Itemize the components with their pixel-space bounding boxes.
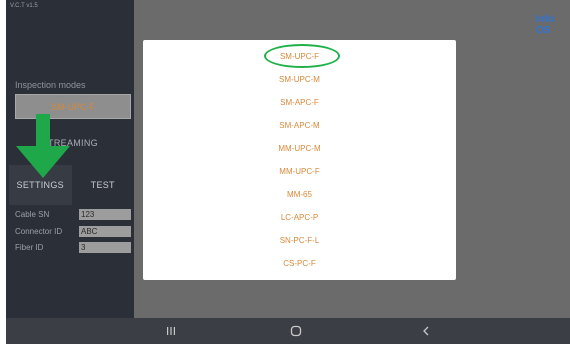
option-sm-apc-f[interactable]: SM-APC-F	[143, 94, 456, 110]
info-os-link[interactable]: Info OS	[536, 14, 570, 36]
system-navbar	[6, 318, 570, 344]
down-arrow-icon	[16, 114, 70, 178]
option-mm-upc-f[interactable]: MM-UPC-F	[143, 163, 456, 179]
option-mm-upc-m[interactable]: MM-UPC-M	[143, 140, 456, 156]
cable-sn-row: Cable SN 123	[15, 209, 135, 220]
device-screen: V.C.T v1.5 Inspection modes SM-UPC-F TRE…	[6, 0, 570, 344]
fiber-id-label: Fiber ID	[15, 243, 44, 252]
option-lc-apc-p[interactable]: LC-APC-P	[143, 209, 456, 225]
cable-sn-input[interactable]: 123	[79, 209, 131, 220]
app-version: V.C.T v1.5	[10, 3, 38, 9]
cable-sn-label: Cable SN	[15, 210, 50, 219]
option-sm-upc-m[interactable]: SM-UPC-M	[143, 71, 456, 87]
tab-test[interactable]: TEST	[72, 165, 135, 205]
inspection-mode-dialog: SM-UPC-F SM-UPC-M SM-APC-F SM-APC-M MM-U…	[143, 40, 456, 280]
connector-id-input[interactable]: ABC	[79, 226, 131, 237]
option-sn-pc-f-l[interactable]: SN-PC-F-L	[143, 232, 456, 248]
fiber-id-row: Fiber ID 3	[15, 242, 135, 253]
inspection-modes-title: Inspection modes	[15, 80, 86, 90]
option-mm-65[interactable]: MM-65	[143, 186, 456, 202]
recent-apps-icon[interactable]	[156, 318, 186, 344]
option-cs-pc-f[interactable]: CS-PC-F	[143, 255, 456, 271]
connector-id-label: Connector ID	[15, 227, 63, 236]
connector-id-row: Connector ID ABC	[15, 226, 135, 237]
option-sm-upc-f[interactable]: SM-UPC-F	[143, 48, 456, 64]
fiber-id-input[interactable]: 3	[79, 242, 131, 253]
option-sm-apc-m[interactable]: SM-APC-M	[143, 117, 456, 133]
back-icon[interactable]	[411, 318, 441, 344]
home-icon[interactable]	[281, 318, 311, 344]
